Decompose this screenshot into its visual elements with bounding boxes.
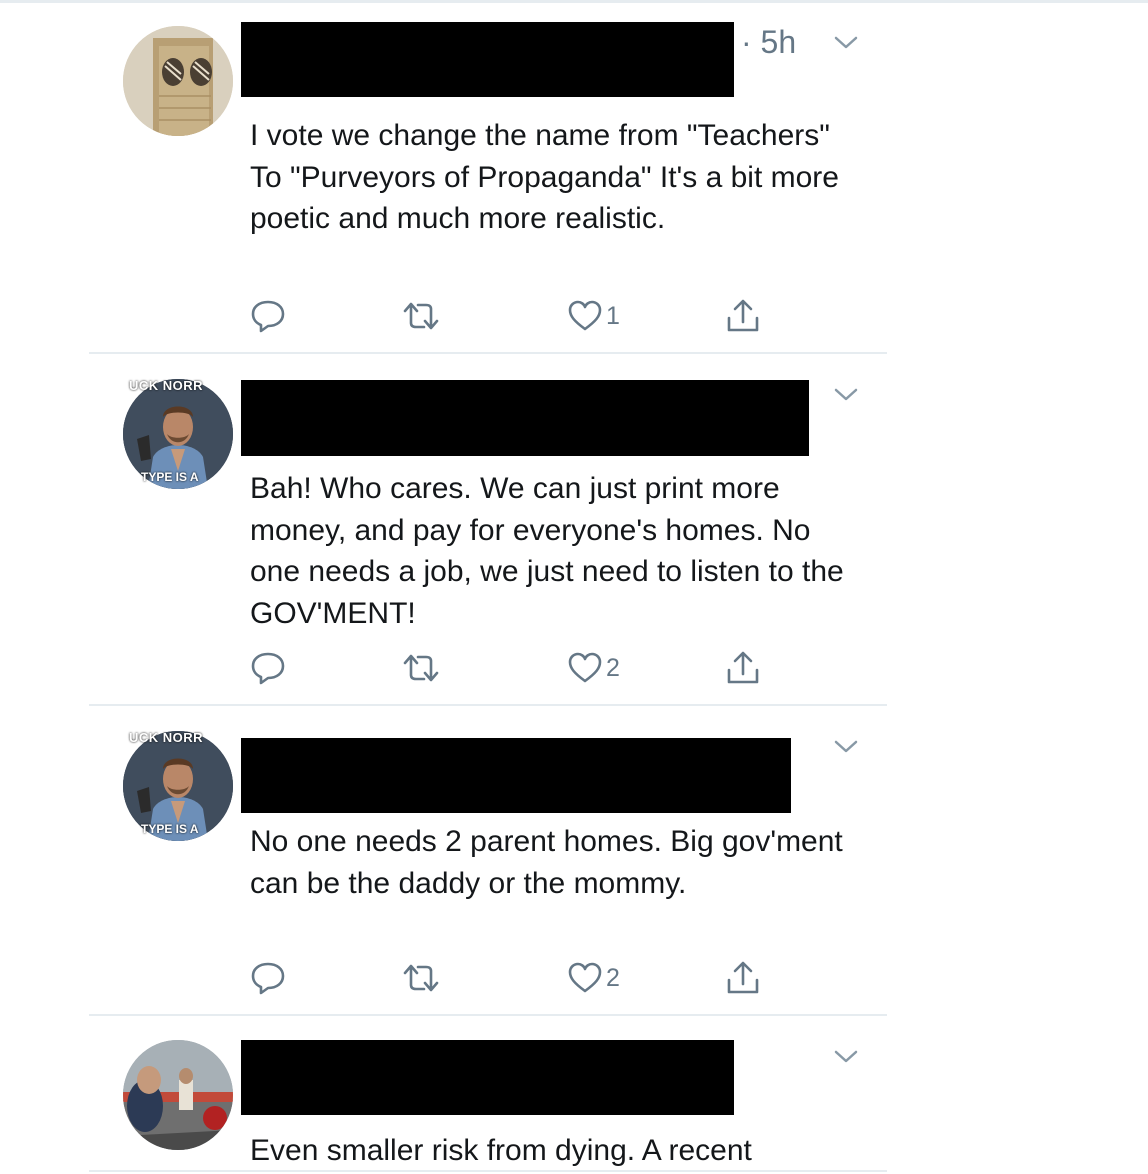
retweet-icon bbox=[403, 654, 439, 682]
heart-icon bbox=[568, 962, 602, 993]
avatar-caption-bottom: TYPE IS A bbox=[141, 822, 199, 836]
avatar[interactable] bbox=[123, 1040, 233, 1150]
like-count: 1 bbox=[606, 301, 620, 330]
tweet-actions: 2 bbox=[250, 648, 810, 688]
tweet-4[interactable]: Even smaller risk from dying. A recent bbox=[89, 1016, 887, 1170]
reply-button[interactable] bbox=[250, 958, 286, 998]
redacted-username bbox=[241, 738, 791, 813]
like-count: 2 bbox=[606, 963, 620, 992]
reply-button[interactable] bbox=[250, 296, 286, 336]
tweet-actions: 2 bbox=[250, 958, 810, 998]
chevron-down-icon[interactable] bbox=[831, 734, 861, 758]
reply-icon bbox=[251, 652, 285, 685]
tweet-text: Even smaller risk from dying. A recent bbox=[250, 1134, 752, 1167]
like-count: 2 bbox=[606, 653, 620, 682]
avatar[interactable] bbox=[123, 26, 233, 136]
heart-icon bbox=[568, 300, 602, 331]
tweet-2[interactable]: UCK NORR TYPE IS A Bah! Who cares. We ca… bbox=[89, 354, 887, 704]
tweet-text: I vote we change the name from "Teachers… bbox=[250, 119, 839, 235]
divider bbox=[89, 1170, 887, 1172]
share-button[interactable] bbox=[725, 648, 761, 688]
like-button[interactable]: 1 bbox=[568, 296, 620, 336]
tweet-text: No one needs 2 parent homes. Big gov'men… bbox=[250, 825, 843, 900]
chevron-down-icon[interactable] bbox=[831, 1044, 861, 1068]
redacted-username bbox=[241, 380, 809, 456]
redacted-username bbox=[241, 22, 734, 97]
like-button[interactable]: 2 bbox=[568, 648, 620, 688]
chevron-down-icon[interactable] bbox=[831, 382, 861, 406]
heart-icon bbox=[568, 652, 602, 683]
share-button[interactable] bbox=[725, 296, 761, 336]
tweet-3[interactable]: UCK NORR TYPE IS A No one needs 2 parent… bbox=[89, 706, 887, 1014]
avatar-caption-top: UCK NORR bbox=[129, 730, 204, 745]
tweet-text: Bah! Who cares. We can just print more m… bbox=[250, 472, 844, 630]
retweet-button[interactable] bbox=[402, 958, 440, 998]
redacted-username bbox=[241, 1040, 734, 1115]
share-icon bbox=[727, 299, 759, 332]
reply-button[interactable] bbox=[250, 648, 286, 688]
share-icon bbox=[727, 961, 759, 994]
chevron-down-icon[interactable] bbox=[831, 30, 861, 54]
share-button[interactable] bbox=[725, 958, 761, 998]
avatar-caption-bottom: TYPE IS A bbox=[141, 470, 199, 484]
tweet-actions: 1 bbox=[250, 296, 810, 336]
reply-icon bbox=[251, 962, 285, 995]
tweet-1[interactable]: · 5h I vote we change the name from "Tea… bbox=[89, 0, 887, 352]
like-button[interactable]: 2 bbox=[568, 958, 620, 998]
retweet-button[interactable] bbox=[402, 648, 440, 688]
retweet-icon bbox=[403, 302, 439, 330]
reply-icon bbox=[251, 300, 285, 333]
share-icon bbox=[727, 651, 759, 684]
tweet-timestamp: · 5h bbox=[741, 24, 797, 60]
avatar-caption-top: UCK NORR bbox=[129, 378, 204, 393]
retweet-button[interactable] bbox=[402, 296, 440, 336]
tweet-feed: · 5h I vote we change the name from "Tea… bbox=[89, 0, 887, 1174]
retweet-icon bbox=[403, 964, 439, 992]
